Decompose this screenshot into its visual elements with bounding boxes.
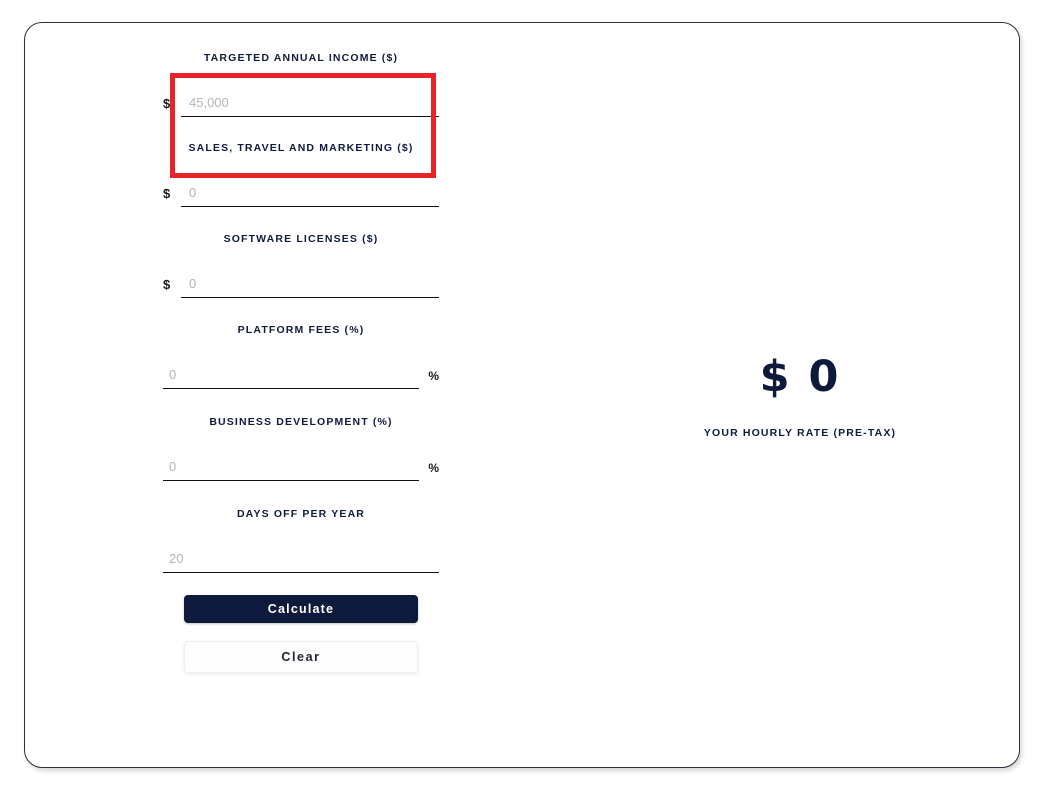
hourly-rate-calculator: Targeted Annual Income ($) $ Sales, Trav…: [25, 23, 1019, 767]
input-business-development[interactable]: [163, 457, 419, 481]
calculate-button[interactable]: Calculate: [184, 595, 418, 623]
label-sales-travel-marketing: Sales, Travel and Marketing ($): [188, 142, 414, 154]
field-software-licenses: Software Licenses ($) $: [163, 232, 439, 298]
label-targeted-annual-income: Targeted Annual Income ($): [203, 52, 399, 64]
input-row-sales-travel-marketing: $: [163, 177, 439, 207]
input-platform-fees[interactable]: [163, 365, 419, 389]
input-row-software-licenses: $: [163, 268, 439, 298]
label-platform-fees: Platform Fees (%): [237, 324, 365, 336]
label-days-off-per-year: Days Off Per Year: [236, 508, 366, 520]
calculator-card: Targeted Annual Income ($) $ Sales, Trav…: [24, 22, 1020, 768]
input-sales-travel-marketing[interactable]: [181, 183, 439, 207]
field-business-development: Business Development (%) %: [163, 415, 439, 481]
field-platform-fees: Platform Fees (%) %: [163, 323, 439, 389]
input-targeted-annual-income[interactable]: [181, 93, 439, 117]
field-targeted-annual-income: Targeted Annual Income ($) $: [163, 51, 439, 117]
input-row-platform-fees: %: [163, 359, 439, 389]
field-sales-travel-marketing: Sales, Travel and Marketing ($) $: [163, 141, 439, 207]
input-row-days-off-per-year: [163, 543, 439, 573]
input-software-licenses[interactable]: [181, 274, 439, 298]
input-row-targeted-annual-income: $: [163, 87, 439, 117]
percent-suffix-icon: %: [428, 369, 439, 383]
label-software-licenses: Software Licenses ($): [223, 233, 379, 245]
field-days-off-per-year: Days Off Per Year: [163, 507, 439, 573]
calculator-form: Targeted Annual Income ($) $ Sales, Trav…: [163, 51, 439, 673]
clear-button[interactable]: Clear: [184, 641, 418, 673]
input-days-off-per-year[interactable]: [163, 549, 439, 573]
hourly-rate-label: Your Hourly Rate (Pre-Tax): [703, 427, 897, 439]
dollar-prefix-icon: $: [163, 186, 171, 201]
dollar-prefix-icon: $: [163, 277, 171, 292]
input-row-business-development: %: [163, 451, 439, 481]
percent-suffix-icon: %: [428, 461, 439, 475]
hourly-rate-value: $ 0: [759, 352, 841, 402]
dollar-prefix-icon: $: [163, 96, 171, 111]
form-actions: Calculate Clear: [184, 593, 418, 673]
label-business-development: Business Development (%): [209, 416, 393, 428]
result-panel: $ 0 Your Hourly Rate (Pre-Tax): [625, 353, 975, 439]
